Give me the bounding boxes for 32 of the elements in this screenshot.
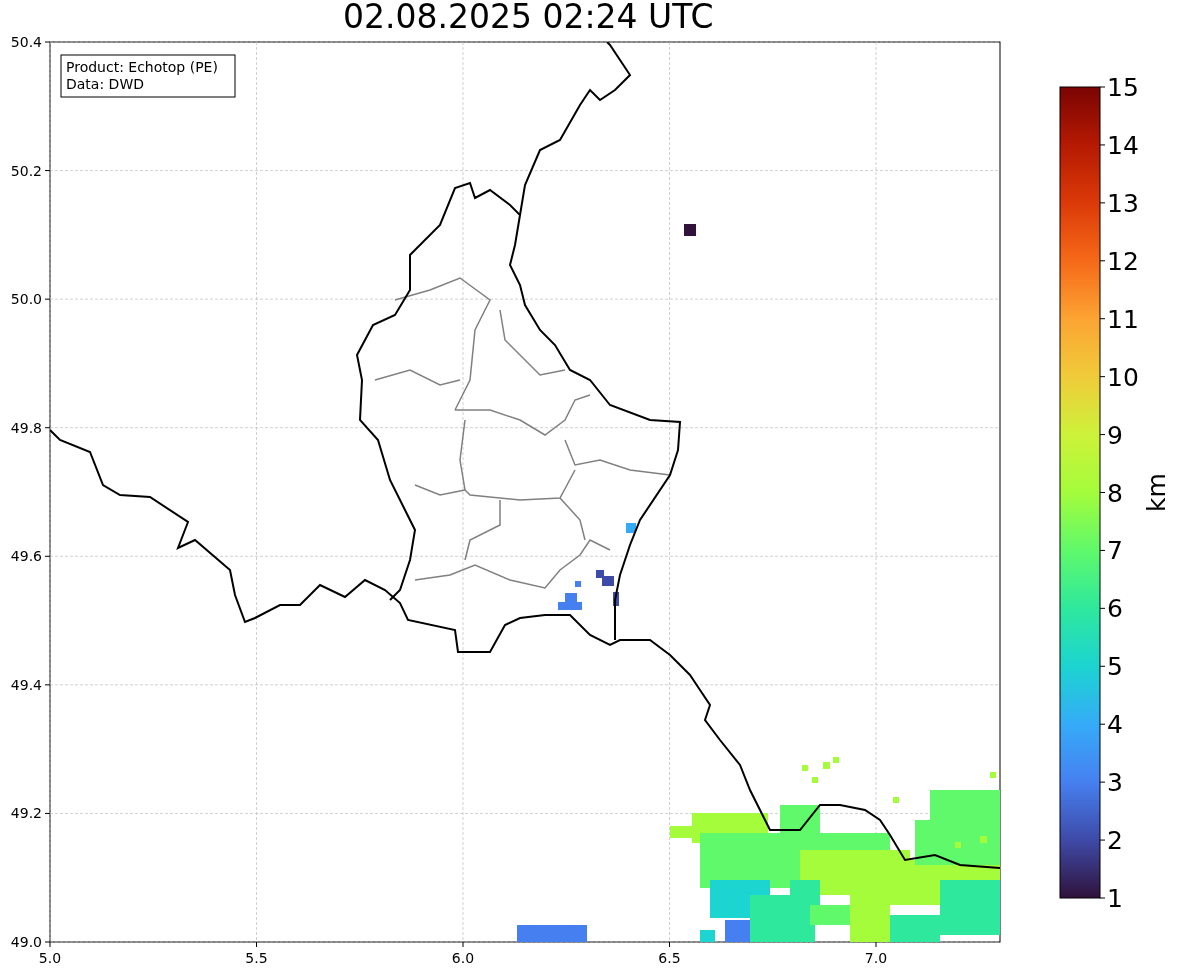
colorbar-tick-label: 5 bbox=[1107, 652, 1123, 682]
colorbar-tick-label: 13 bbox=[1107, 188, 1139, 218]
colorbar-tick-label: 12 bbox=[1107, 246, 1139, 276]
y-tick-label: 49.6 bbox=[10, 548, 42, 565]
y-tick-label: 49.8 bbox=[10, 419, 42, 436]
colorbar-tick-label: 7 bbox=[1107, 536, 1123, 566]
x-tick-label: 6.5 bbox=[658, 950, 681, 966]
y-tick-label: 49.0 bbox=[10, 934, 42, 950]
colorbar-tick-label: 3 bbox=[1107, 768, 1123, 798]
chart-title: 02.08.2025 02:24 UTC bbox=[343, 2, 714, 32]
x-tick-label: 7.0 bbox=[864, 950, 888, 966]
y-tick-label: 49.2 bbox=[10, 805, 42, 822]
y-tick-label: 50.2 bbox=[10, 162, 42, 179]
colorbar-tick-label: 8 bbox=[1107, 478, 1123, 508]
colorbar-tick-label: 10 bbox=[1107, 362, 1139, 392]
colorbar-tick-label: 4 bbox=[1107, 710, 1123, 740]
x-tick-label: 6.0 bbox=[451, 950, 475, 966]
colorbar-tick-label: 14 bbox=[1107, 130, 1139, 160]
colorbar-tick-label: 2 bbox=[1107, 826, 1123, 856]
colorbar-label: km bbox=[1142, 473, 1171, 512]
info-text: Product: Echotop (PE) bbox=[66, 59, 218, 75]
x-tick-label: 5.5 bbox=[245, 950, 268, 966]
colorbar-tick-label: 6 bbox=[1107, 594, 1123, 624]
y-tick-label: 49.4 bbox=[10, 676, 42, 693]
x-tick-label: 5.0 bbox=[38, 950, 62, 966]
colorbar-tick-label: 9 bbox=[1107, 420, 1123, 450]
colorbar-tick-label: 15 bbox=[1107, 73, 1139, 102]
info-text: Data: DWD bbox=[66, 76, 144, 92]
colorbar-tick-label: 11 bbox=[1107, 304, 1139, 334]
y-tick-label: 50.4 bbox=[10, 34, 42, 50]
colorbar-tick-label: 1 bbox=[1107, 884, 1123, 913]
y-tick-label: 50.0 bbox=[10, 291, 42, 308]
